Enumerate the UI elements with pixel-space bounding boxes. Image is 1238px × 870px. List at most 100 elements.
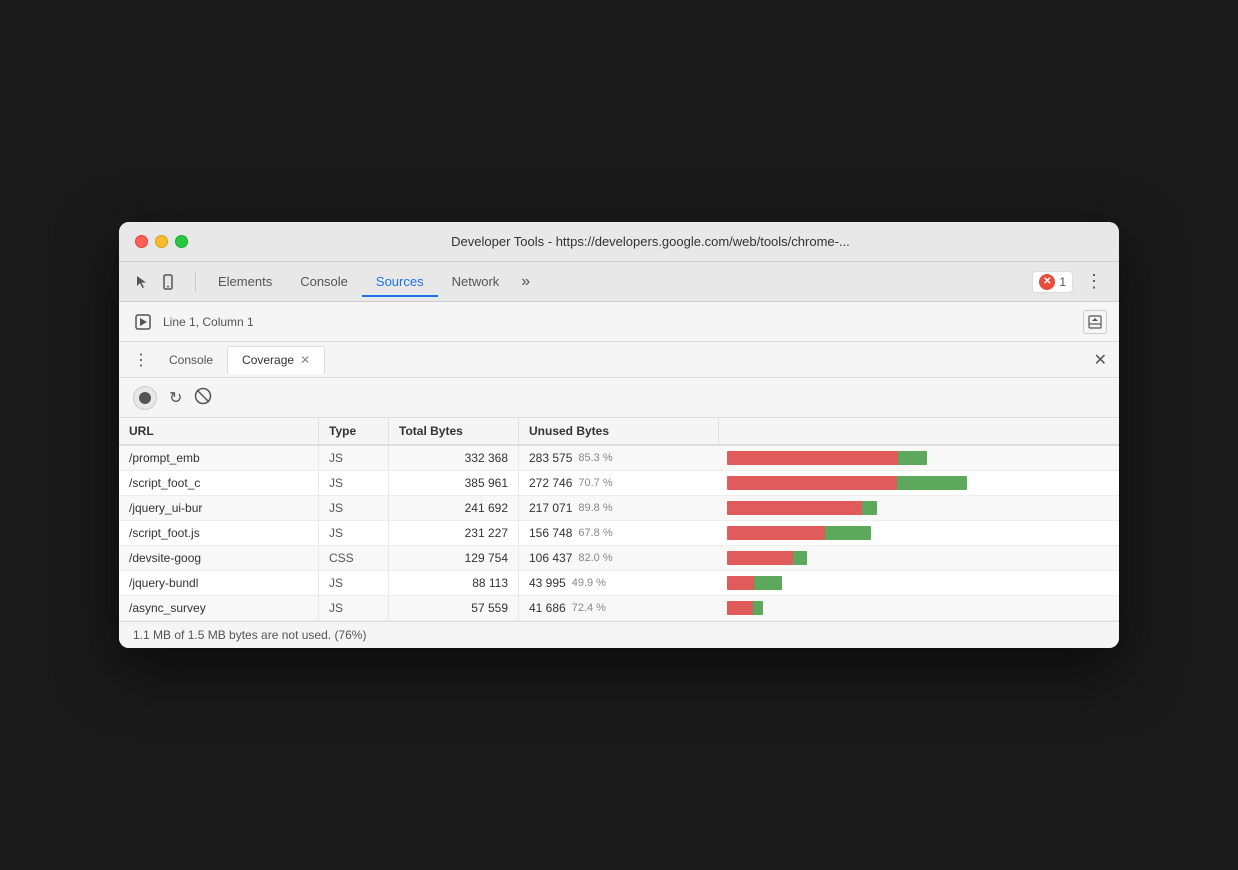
- cell-unused: 106 43782.0 %: [519, 546, 719, 570]
- cell-total: 88 113: [389, 571, 519, 595]
- sub-toolbar: Line 1, Column 1: [119, 302, 1119, 342]
- tab-network[interactable]: Network: [438, 266, 514, 297]
- clear-button[interactable]: [194, 387, 212, 408]
- col-unused: Unused Bytes: [519, 418, 719, 444]
- cell-unused: 217 07189.8 %: [519, 496, 719, 520]
- toolbar-icons: [131, 271, 179, 293]
- drawer-close-button[interactable]: ✕: [1090, 346, 1111, 374]
- col-url: URL: [119, 418, 319, 444]
- cell-unused: 283 57585.3 %: [519, 446, 719, 470]
- bar-track: [727, 476, 967, 490]
- table-row[interactable]: /script_foot.jsJS231 227156 74867.8 %: [119, 521, 1119, 546]
- title-bar: Developer Tools - https://developers.goo…: [119, 222, 1119, 262]
- refresh-button[interactable]: ↻: [169, 388, 182, 408]
- drawer-tab-console[interactable]: Console: [155, 347, 227, 373]
- cell-total: 332 368: [389, 446, 519, 470]
- tab-elements[interactable]: Elements: [204, 266, 286, 297]
- error-count: 1: [1059, 275, 1066, 289]
- cell-url: /script_foot_c: [119, 471, 319, 495]
- traffic-lights: [135, 235, 188, 248]
- window-title: Developer Tools - https://developers.goo…: [198, 234, 1103, 249]
- cell-url: /script_foot.js: [119, 521, 319, 545]
- table-row[interactable]: /prompt_embJS332 368283 57585.3 %: [119, 446, 1119, 471]
- maximize-button[interactable]: [175, 235, 188, 248]
- bar-unused: [727, 451, 898, 465]
- bar-used: [793, 551, 807, 565]
- cell-type: JS: [319, 571, 389, 595]
- cell-bar: [719, 471, 1119, 495]
- error-icon: ✕: [1039, 274, 1055, 290]
- cell-url: /async_survey: [119, 596, 319, 620]
- cell-type: JS: [319, 496, 389, 520]
- bar-used: [754, 576, 782, 590]
- kebab-menu-button[interactable]: ⋮: [1081, 267, 1107, 296]
- cell-url: /prompt_emb: [119, 446, 319, 470]
- bar-track: [727, 501, 877, 515]
- tab-bar-right: ✕ 1 ⋮: [1032, 267, 1107, 296]
- cell-unused: 272 74670.7 %: [519, 471, 719, 495]
- main-tab-bar: Elements Console Sources Network » ✕ 1 ⋮: [119, 262, 1119, 302]
- cell-bar: [719, 521, 1119, 545]
- cell-bar: [719, 446, 1119, 470]
- bar-unused: [727, 501, 862, 515]
- close-button[interactable]: [135, 235, 148, 248]
- cell-url: /jquery-bundl: [119, 571, 319, 595]
- cell-unused: 41 68672.4 %: [519, 596, 719, 620]
- col-total: Total Bytes: [389, 418, 519, 444]
- bar-track: [727, 526, 871, 540]
- panel-toggle-button[interactable]: [1083, 310, 1107, 334]
- table-row[interactable]: /jquery-bundlJS88 11343 99549.9 %: [119, 571, 1119, 596]
- table-row[interactable]: /jquery_ui-burJS241 692217 07189.8 %: [119, 496, 1119, 521]
- coverage-table: URL Type Total Bytes Unused Bytes /promp…: [119, 418, 1119, 621]
- cell-url: /devsite-goog: [119, 546, 319, 570]
- tab-console[interactable]: Console: [286, 266, 362, 297]
- bar-unused: [727, 576, 754, 590]
- error-badge[interactable]: ✕ 1: [1032, 271, 1073, 293]
- record-button[interactable]: [133, 386, 157, 410]
- cell-bar: [719, 596, 1119, 620]
- cell-total: 385 961: [389, 471, 519, 495]
- cursor-icon[interactable]: [131, 271, 153, 293]
- bar-unused: [727, 601, 753, 615]
- coverage-tab-close[interactable]: ✕: [300, 353, 310, 367]
- bar-used: [825, 526, 871, 540]
- cell-url: /jquery_ui-bur: [119, 496, 319, 520]
- cell-unused: 43 99549.9 %: [519, 571, 719, 595]
- bar-track: [727, 601, 763, 615]
- drawer-menu-icon[interactable]: ⋮: [127, 346, 155, 374]
- drawer-tab-bar: ⋮ Console Coverage ✕ ✕: [119, 342, 1119, 378]
- coverage-footer: 1.1 MB of 1.5 MB bytes are not used. (76…: [119, 621, 1119, 648]
- bar-track: [727, 451, 927, 465]
- record-circle-icon: [139, 392, 151, 404]
- bar-track: [727, 551, 807, 565]
- line-column-indicator: Line 1, Column 1: [163, 315, 1075, 329]
- table-row[interactable]: /async_surveyJS57 55941 68672.4 %: [119, 596, 1119, 621]
- col-type: Type: [319, 418, 389, 444]
- tab-sources[interactable]: Sources: [362, 266, 438, 297]
- cell-unused: 156 74867.8 %: [519, 521, 719, 545]
- cell-total: 129 754: [389, 546, 519, 570]
- devtools-window: Developer Tools - https://developers.goo…: [119, 222, 1119, 648]
- cell-type: JS: [319, 471, 389, 495]
- table-row[interactable]: /devsite-googCSS129 754106 43782.0 %: [119, 546, 1119, 571]
- coverage-tab-label: Coverage: [242, 353, 294, 367]
- table-row[interactable]: /script_foot_cJS385 961272 74670.7 %: [119, 471, 1119, 496]
- bar-used: [862, 501, 877, 515]
- cell-bar: [719, 571, 1119, 595]
- cell-type: JS: [319, 521, 389, 545]
- cell-type: JS: [319, 596, 389, 620]
- more-tabs-button[interactable]: »: [513, 269, 538, 295]
- drawer-tab-coverage[interactable]: Coverage ✕: [227, 346, 325, 374]
- bar-used: [753, 601, 763, 615]
- coverage-toolbar: ↻: [119, 378, 1119, 418]
- cell-total: 231 227: [389, 521, 519, 545]
- minimize-button[interactable]: [155, 235, 168, 248]
- table-header: URL Type Total Bytes Unused Bytes: [119, 418, 1119, 446]
- bar-used: [898, 451, 927, 465]
- cell-type: CSS: [319, 546, 389, 570]
- mobile-icon[interactable]: [157, 271, 179, 293]
- cell-type: JS: [319, 446, 389, 470]
- cell-bar: [719, 546, 1119, 570]
- play-icon[interactable]: [131, 310, 155, 334]
- bar-unused: [727, 476, 897, 490]
